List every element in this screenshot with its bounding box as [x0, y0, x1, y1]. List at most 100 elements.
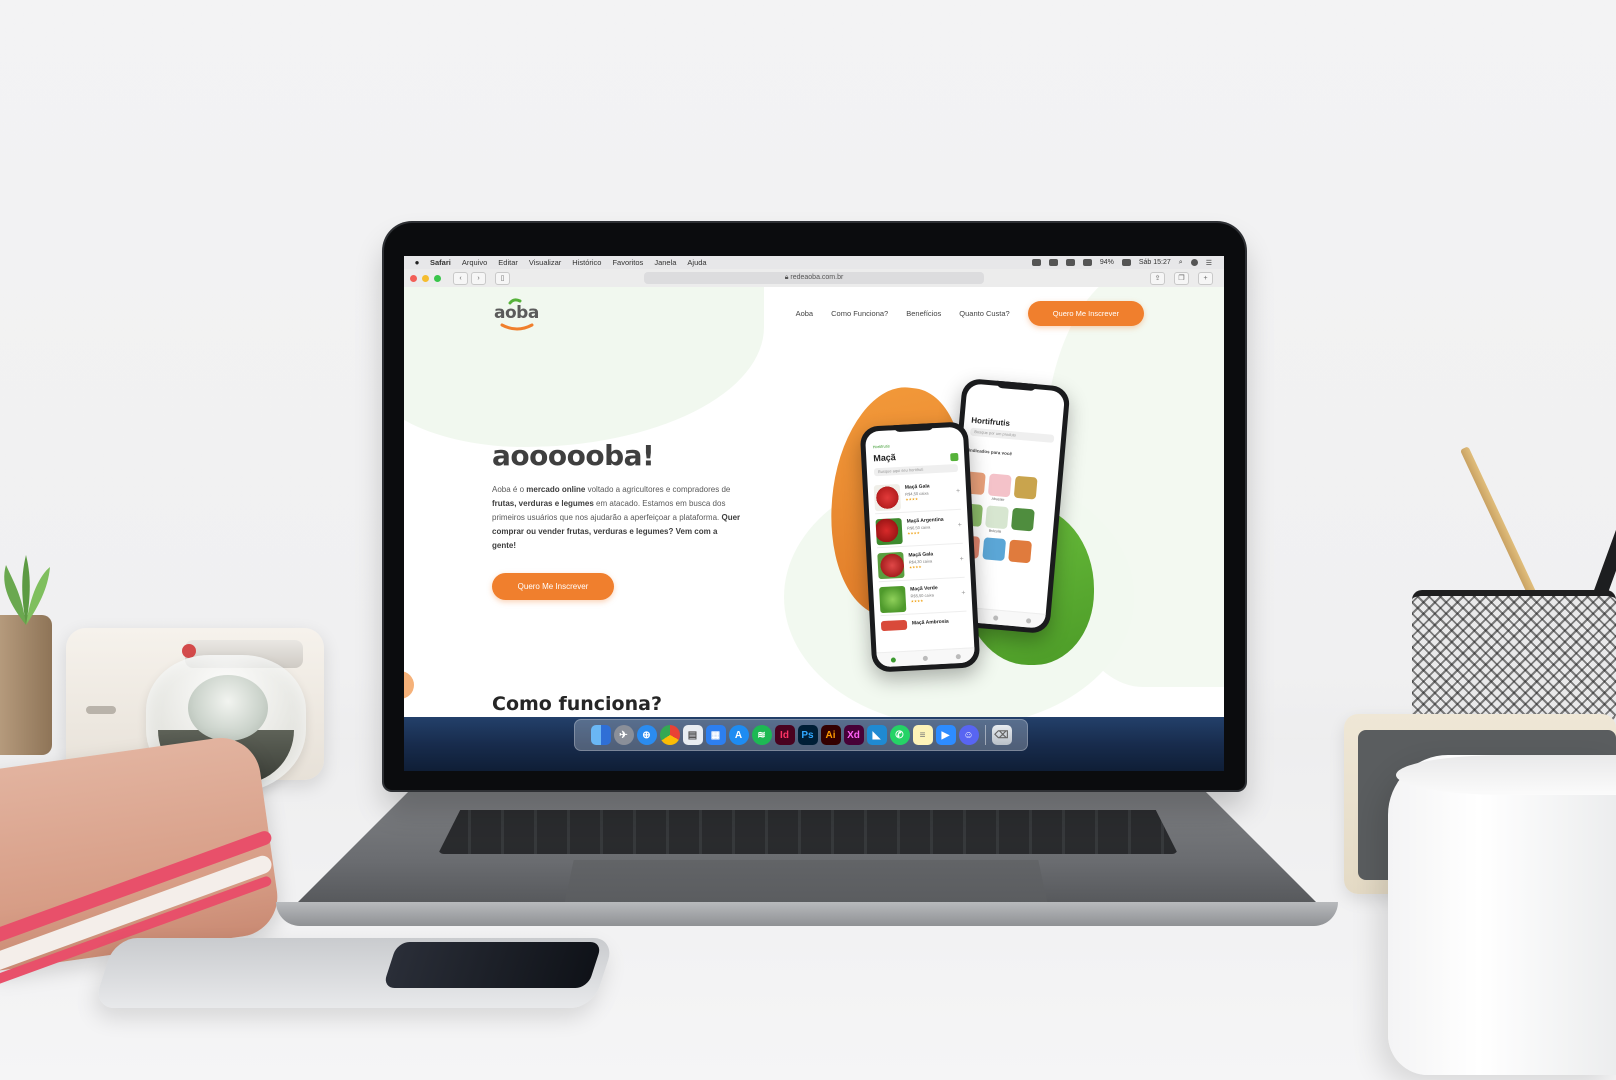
tab-profile-icon[interactable]: [1026, 617, 1032, 624]
bluetooth-icon[interactable]: [1048, 259, 1058, 266]
bg-blob-left: [404, 287, 764, 447]
tabs-overview-icon[interactable]: ❐: [1174, 272, 1189, 285]
apple-thumbnail: [877, 551, 905, 580]
nav-quanto-custa[interactable]: Quanto Custa?: [959, 309, 1009, 318]
plant-pot: [0, 615, 52, 755]
wifi-icon[interactable]: [1065, 259, 1075, 266]
address-bar-url: redeaoba.com.br: [790, 274, 844, 281]
add-product-icon[interactable]: +: [956, 488, 960, 495]
grid-item-carrot: [982, 537, 1007, 562]
spotlight-icon[interactable]: ⌕: [1179, 259, 1183, 267]
app-store-icon[interactable]: A: [728, 725, 749, 745]
nav-como-funciona[interactable]: Como Funciona?: [831, 309, 888, 318]
forward-button[interactable]: ›: [471, 271, 486, 285]
close-window-icon[interactable]: [410, 274, 417, 282]
hero-description: Aoba é o mercado online voltado a agricu…: [492, 485, 741, 550]
menu-app-name[interactable]: Safari: [430, 258, 451, 267]
control-center-icon[interactable]: ☰: [1206, 259, 1212, 267]
product-row[interactable]: Maçã Ambrosia: [880, 615, 968, 649]
menu-editar[interactable]: Editar: [498, 258, 518, 267]
menubar-status-area: 94% Sáb 15:27 ⌕ ☰: [1031, 256, 1212, 269]
laptop-trackpad: [564, 860, 1048, 906]
whatsapp-icon[interactable]: ✆: [889, 725, 910, 745]
product-row[interactable]: Maçã Verde R$5,50 caixa ★★★★ +: [878, 580, 967, 617]
product-row[interactable]: Maçã Gala R$4,30 caixa ★★★★ +: [877, 546, 965, 583]
phone-back-link[interactable]: Hortifrutis: [873, 443, 890, 449]
menu-visualizar[interactable]: Visualizar: [529, 258, 561, 267]
battery-percent[interactable]: 94%: [1100, 259, 1114, 266]
smartphone-screen: [382, 942, 603, 988]
tab-orders-icon[interactable]: [923, 655, 929, 661]
product-price: R$6,50 caixa: [906, 524, 931, 531]
add-product-icon[interactable]: +: [961, 590, 965, 597]
menu-arquivo[interactable]: Arquivo: [462, 258, 487, 267]
phone-front-title: Maçã: [873, 452, 897, 464]
preview-icon[interactable]: ▤: [682, 725, 703, 745]
apple-thumbnail: [880, 619, 908, 632]
menu-favoritos[interactable]: Favoritos: [612, 258, 643, 267]
white-mug: [1388, 755, 1616, 1075]
product-rating: ★★★★: [910, 598, 924, 604]
phone-back-search: Busque por um produto: [969, 427, 1055, 443]
laptop-keyboard: [438, 810, 1178, 854]
zoom-window-icon[interactable]: [434, 274, 441, 282]
menu-janela[interactable]: Janela: [654, 258, 676, 267]
hero-title: aoooooba!: [492, 439, 655, 472]
menu-historico[interactable]: Histórico: [572, 258, 601, 267]
photoshop-icon[interactable]: Ps: [797, 725, 818, 745]
aoba-logo[interactable]: aoba: [492, 297, 552, 331]
discord-icon[interactable]: ☺: [958, 725, 979, 745]
phone-screen-front: Hortifrutis Maçã Busque aqui seu hortifr…: [864, 426, 976, 668]
xd-icon[interactable]: Xd: [843, 725, 864, 745]
macos-dock: ✈ ⊕ ▤ ▦ A ≋ Id Ps Ai Xd ◣ ✆ ≡ ▶ ☺ ⌫: [574, 719, 1028, 751]
product-row[interactable]: Maçã Argentina R$6,50 caixa ★★★★ +: [875, 512, 963, 549]
trash-icon[interactable]: ⌫: [991, 725, 1012, 745]
laptop-screen: ● Safari Arquivo Editar Visualizar Histó…: [404, 256, 1224, 771]
minimize-window-icon[interactable]: [422, 274, 429, 282]
volume-icon[interactable]: [1082, 259, 1092, 266]
illustrator-icon[interactable]: Ai: [820, 725, 841, 745]
tab-orders-icon[interactable]: [993, 614, 999, 621]
launchpad-icon[interactable]: ✈: [613, 725, 634, 745]
spotify-icon[interactable]: ≋: [751, 725, 772, 745]
menu-ajuda[interactable]: Ajuda: [687, 258, 706, 267]
product-price: R$4,30 caixa: [908, 558, 933, 565]
nav-beneficios[interactable]: Benefícios: [906, 309, 941, 318]
apple-menu-icon[interactable]: ●: [404, 258, 430, 267]
add-product-icon[interactable]: +: [958, 522, 962, 529]
battery-icon[interactable]: [1121, 259, 1131, 266]
share-icon[interactable]: ⇪: [1150, 272, 1165, 285]
new-tab-icon[interactable]: +: [1198, 272, 1213, 285]
vscode-icon[interactable]: ◣: [866, 725, 887, 745]
safari-icon[interactable]: ⊕: [636, 725, 657, 745]
web-page: aoba Aoba Como Funciona? Benefícios Quan…: [404, 287, 1224, 717]
zoom-icon[interactable]: ▶: [935, 725, 956, 745]
finder-icon[interactable]: [590, 725, 611, 745]
nav-aoba[interactable]: Aoba: [796, 309, 814, 318]
keynote-icon[interactable]: ▦: [705, 725, 726, 745]
terrarium-succulent: [188, 675, 268, 741]
side-floating-tab[interactable]: [404, 671, 414, 699]
cart-icon[interactable]: [950, 452, 959, 462]
product-rating: ★★★★: [905, 497, 919, 502]
add-product-icon[interactable]: +: [959, 556, 963, 563]
menubar-clock[interactable]: Sáb 15:27: [1139, 259, 1171, 266]
address-bar[interactable]: 🔒︎ redeaoba.com.br: [644, 272, 984, 284]
indesign-icon[interactable]: Id: [774, 725, 795, 745]
toolbar-right: ⇪ ❐ +: [1150, 272, 1216, 285]
nav-signup-button[interactable]: Quero Me Inscrever: [1027, 301, 1144, 326]
mesh-pen-holder: [1412, 590, 1616, 728]
back-button[interactable]: ‹: [453, 271, 468, 285]
tab-profile-icon[interactable]: [955, 653, 962, 659]
chrome-icon[interactable]: [659, 725, 680, 745]
hero-signup-button[interactable]: Quero Me Inscrever: [492, 573, 614, 600]
cloud-icon[interactable]: [1031, 259, 1041, 266]
tab-home-icon[interactable]: [890, 656, 896, 663]
apple-thumbnail: [879, 585, 907, 614]
siri-icon[interactable]: [1190, 259, 1198, 266]
product-rating: ★★★★: [908, 564, 922, 570]
phone-back-title: Hortifrutis: [970, 415, 1011, 429]
notes-icon[interactable]: ≡: [912, 725, 933, 745]
product-row[interactable]: Maçã Gala R$4,50 caixa ★★★★ +: [873, 478, 962, 515]
sidebar-toggle-icon[interactable]: ▯: [495, 271, 510, 285]
